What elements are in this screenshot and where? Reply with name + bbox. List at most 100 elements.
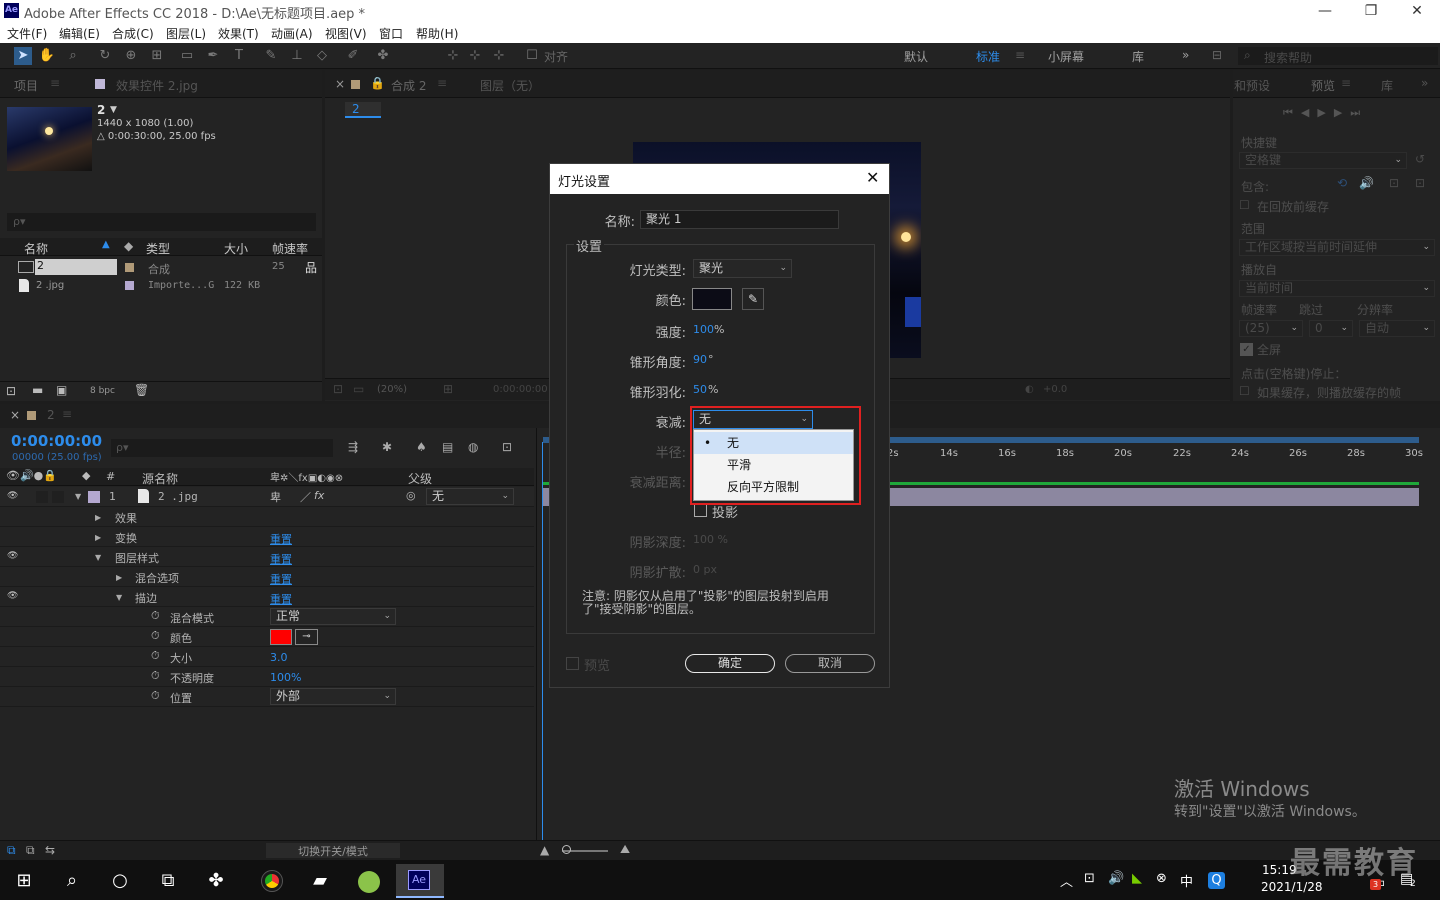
intensity-value[interactable]: 100 [693, 323, 714, 336]
roto-brush-tool-icon[interactable]: ✐ [344, 47, 362, 65]
workspace-library[interactable]: 库 [1132, 48, 1144, 65]
zoom-in-icon[interactable]: ⛰ [620, 842, 630, 857]
tab-preview[interactable]: 预览 [1311, 77, 1335, 94]
comp-breadcrumb[interactable]: 2 [345, 102, 381, 118]
type-tool-icon[interactable]: T [230, 47, 248, 65]
workspace-default[interactable]: 默认 [904, 48, 928, 65]
audio-icon[interactable]: 🔊 [1359, 176, 1374, 190]
chrome-icon[interactable] [250, 864, 294, 898]
zoom-out-icon[interactable]: ▲ [540, 843, 549, 857]
toggle-switches-modes-button[interactable]: 切换开关/模式 [266, 843, 400, 858]
eyedropper-icon[interactable]: ⊸ [295, 629, 318, 645]
security-icon[interactable]: ⊗ [1156, 871, 1167, 886]
shy-icon[interactable]: ♠ [416, 440, 427, 454]
trash-icon[interactable]: 🗑 [134, 383, 149, 397]
col-source-name[interactable]: 源名称 [142, 470, 178, 487]
loop-icon[interactable]: ⟲ [1337, 176, 1347, 190]
tab-effect-controls[interactable]: 效果控件 2.jpg [116, 77, 198, 94]
pinwheel-app-icon[interactable]: ✤ [194, 864, 238, 898]
snapshot-icon[interactable]: ⊡ [333, 382, 343, 396]
maximize-button[interactable]: ❐ [1348, 0, 1394, 23]
layer-styles-reset-link[interactable]: 重置 [270, 551, 292, 567]
new-folder-icon[interactable]: ▬ [32, 383, 43, 397]
tab-composition[interactable]: 合成 2 [391, 77, 426, 94]
current-time-indicator[interactable] [542, 442, 543, 840]
col-name[interactable]: 名称 [24, 240, 48, 257]
pickwhip-icon[interactable]: ◎ [406, 489, 416, 502]
pen-tool-icon[interactable]: ✒ [204, 47, 222, 65]
menu-effect[interactable]: 效果(T) [218, 25, 259, 42]
project-item-name[interactable]: 2 .jpg [36, 280, 64, 291]
pan-behind-tool-icon[interactable]: ⊞ [148, 47, 166, 65]
viewer-timecode[interactable]: 0:00:00:00 [493, 384, 548, 395]
display-icon[interactable]: ▭ [353, 382, 364, 396]
col-fps[interactable]: 帧速率 [272, 240, 308, 257]
stroke-row[interactable]: 👁 ▼ 描边 重置 [0, 587, 534, 607]
timeline-tab[interactable]: 2 [47, 408, 55, 422]
selection-tool-icon[interactable]: ➤ [14, 47, 32, 65]
clone-stamp-tool-icon[interactable]: ⊥ [288, 47, 306, 65]
tab-menu-icon[interactable]: ≡ [437, 76, 447, 90]
expand-triangle-icon[interactable]: ▶ [95, 533, 101, 542]
tab-menu-icon[interactable]: ≡ [50, 76, 60, 90]
zoom-dropdown[interactable]: (20%) [377, 384, 407, 395]
opacity-value[interactable]: 100% [270, 671, 301, 684]
motion-blur-icon[interactable]: ◍ [468, 440, 478, 454]
local-axis-icon[interactable]: ⊹ [444, 47, 462, 65]
stopwatch-icon[interactable]: ⏱ [151, 629, 160, 643]
comp-mini-flowchart-icon[interactable]: ⇶ [348, 440, 358, 454]
project-search-input[interactable]: ρ▾ [7, 213, 316, 231]
light-type-dropdown[interactable]: 聚光 ⌄ [693, 259, 792, 278]
tab-library[interactable]: 库 [1381, 77, 1393, 94]
world-axis-icon[interactable]: ⊹ [466, 47, 484, 65]
modes-toggle-icon[interactable]: ⧉ [26, 843, 35, 858]
camera-tool-icon[interactable]: ⊕ [122, 47, 140, 65]
lock-box[interactable] [52, 491, 64, 503]
expand-triangle-icon[interactable]: ▶ [116, 573, 122, 582]
menu-view[interactable]: 视图(V) [325, 25, 367, 42]
blend-mode-row[interactable]: ⏱ 混合模式 正常 ⌄ [0, 607, 534, 627]
help-search-input[interactable]: ⌕ 搜索帮助 [1238, 47, 1438, 65]
expand-triangle-icon[interactable]: ▶ [95, 513, 101, 522]
flowchart-icon[interactable]: 品 [305, 259, 317, 276]
tab-project[interactable]: 项目 [14, 77, 38, 94]
layer-switches-toggle-icon[interactable]: ⧉ [7, 843, 16, 858]
stopwatch-icon[interactable]: ⏱ [151, 649, 160, 663]
parent-dropdown[interactable]: 无 ⌄ [426, 488, 514, 505]
close-tab-icon[interactable]: × [335, 77, 345, 91]
lock-icon[interactable]: 🔒 [370, 76, 385, 90]
cast-shadows-checkbox[interactable] [694, 504, 707, 517]
stop-option-checkbox[interactable]: ☐ [1239, 384, 1250, 398]
ok-button[interactable]: 确定 [685, 654, 775, 673]
preview-checkbox[interactable] [566, 657, 579, 670]
layer-row[interactable]: 👁 ▼ 1 2 .jpg 卑 ／ fx ◎ 无 ⌄ [0, 487, 534, 507]
after-effects-taskbar-icon[interactable]: Ae [396, 864, 444, 898]
overlay-icon[interactable]: ⊡ [1389, 176, 1399, 190]
menu-animation[interactable]: 动画(A) [271, 25, 313, 42]
reset-icon[interactable]: ↺ [1415, 152, 1425, 166]
task-view-icon[interactable]: ⧉ [146, 864, 190, 898]
blending-options-reset-link[interactable]: 重置 [270, 571, 292, 587]
stroke-color-swatch[interactable] [270, 629, 292, 645]
project-item-name[interactable]: 2 [35, 259, 117, 275]
search-icon[interactable]: ⌕ [50, 864, 94, 898]
playback-controls-icon[interactable]: ⏮◀▶▶⏭ [1283, 106, 1368, 120]
interpret-footage-icon[interactable]: ⊡ [6, 384, 16, 398]
in-out-toggle-icon[interactable]: ⇆ [45, 843, 55, 857]
workspace-menu-icon[interactable]: ≡ [1015, 48, 1025, 62]
position-row[interactable]: ⏱ 位置 外部 ⌄ [0, 687, 534, 707]
opacity-row[interactable]: ⏱ 不透明度 100% [0, 667, 534, 687]
network-icon[interactable]: ⊡ [1084, 871, 1095, 886]
fx-switch-icon[interactable]: fx [314, 489, 324, 502]
stroke-reset-link[interactable]: 重置 [270, 591, 292, 607]
ime-indicator[interactable]: 中 [1180, 871, 1193, 890]
eye-icon[interactable]: 👁 [7, 551, 18, 561]
menu-help[interactable]: 帮助(H) [416, 25, 458, 42]
show-hidden-icons-icon[interactable]: ︿ [1060, 871, 1073, 890]
new-comp-icon[interactable]: ▣ [56, 383, 67, 397]
qq-icon[interactable]: Q [1208, 872, 1225, 889]
minimize-button[interactable]: — [1302, 0, 1348, 23]
transform-row[interactable]: ▶ 变换 重置 [0, 527, 534, 547]
color-row[interactable]: ⏱ 颜色 ⊸ [0, 627, 534, 647]
transform-reset-link[interactable]: 重置 [270, 531, 292, 547]
